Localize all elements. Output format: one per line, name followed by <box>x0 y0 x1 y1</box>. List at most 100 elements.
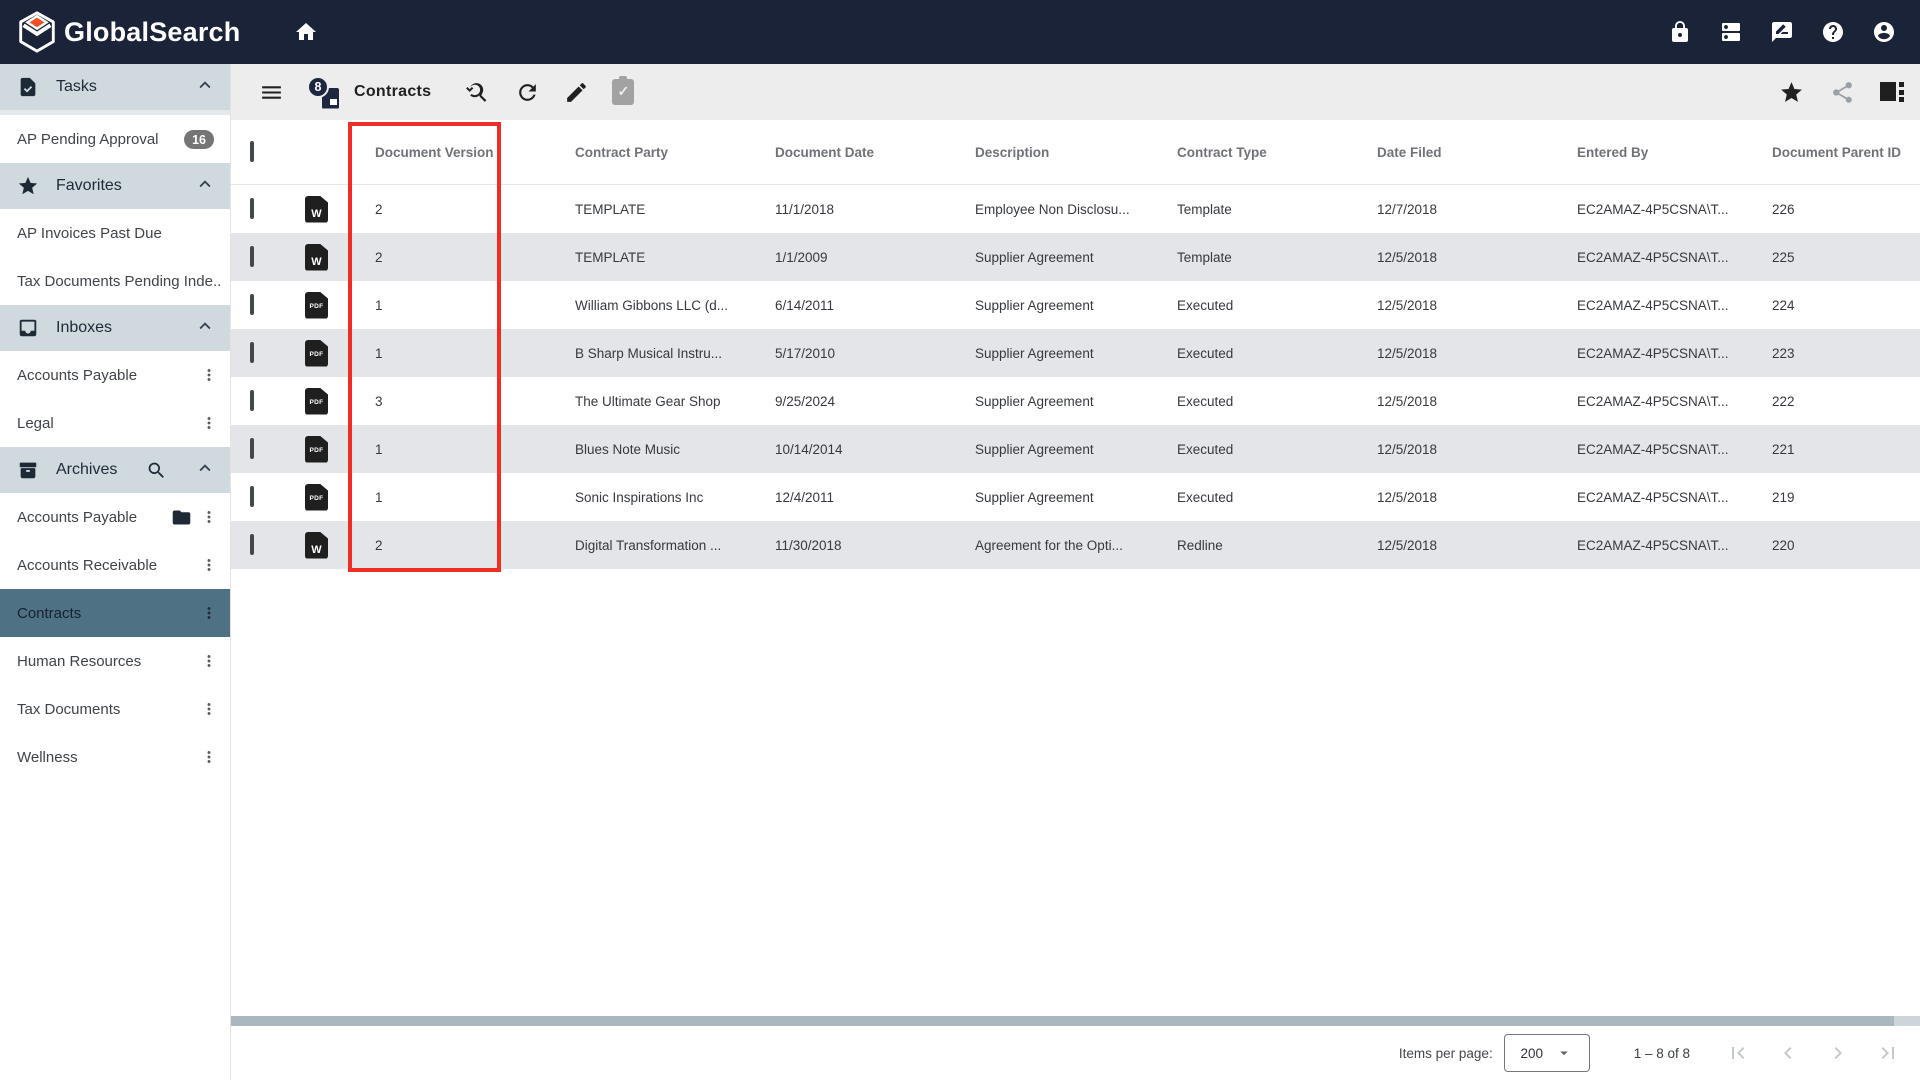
pdf-file-icon: PDF <box>305 291 328 319</box>
previous-page-button[interactable] <box>1776 1041 1800 1065</box>
help-icon <box>1823 22 1843 42</box>
sidebar-item-tax-documents[interactable]: Tax Documents <box>0 685 230 733</box>
table-row[interactable]: W 2 TEMPLATE 11/1/2018 Employee Non Disc… <box>231 185 1920 233</box>
column-header-contract-type[interactable]: Contract Type <box>1156 145 1356 160</box>
results-title: Contracts <box>354 83 432 100</box>
cell-description: Agreement for the Opti... <box>975 537 1123 553</box>
archive-search-icon[interactable] <box>146 460 167 481</box>
share-button[interactable] <box>1829 79 1855 105</box>
table-row[interactable]: W 2 Digital Transformation ... 11/30/201… <box>231 521 1920 569</box>
items-per-page-select[interactable]: 200 <box>1503 1034 1590 1072</box>
cell-document-parent-id: 223 <box>1772 345 1795 361</box>
cell-entered-by: EC2AMAZ-4P5CSNA\T... <box>1577 441 1729 457</box>
table-row[interactable]: PDF 3 The Ultimate Gear Shop 9/25/2024 S… <box>231 377 1920 425</box>
kebab-menu-icon[interactable] <box>198 748 220 766</box>
sidebar-item-contracts[interactable]: Contracts <box>0 589 230 637</box>
table-row[interactable]: PDF 1 William Gibbons LLC (d... 6/14/201… <box>231 281 1920 329</box>
cell-date-filed: 12/5/2018 <box>1377 441 1438 457</box>
tasks-progress-bar <box>0 110 230 115</box>
kebab-menu-icon[interactable] <box>198 700 220 718</box>
cell-description: Employee Non Disclosu... <box>975 201 1130 217</box>
last-page-button[interactable] <box>1876 1041 1900 1065</box>
cell-contract-party: TEMPLATE <box>575 249 646 265</box>
row-checkbox[interactable] <box>250 390 254 411</box>
refresh-icon <box>519 83 536 101</box>
row-checkbox[interactable] <box>250 294 254 315</box>
cell-contract-party: Blues Note Music <box>575 441 681 457</box>
sidebar-item-accounts-payable[interactable]: Accounts Payable <box>0 351 230 399</box>
chevron-up-icon[interactable] <box>194 315 216 342</box>
cell-document-parent-id: 225 <box>1772 249 1795 265</box>
edit-button[interactable] <box>563 79 589 105</box>
sidebar-section-inboxes[interactable]: Inboxes <box>0 305 230 351</box>
cell-date-filed: 12/5/2018 <box>1377 393 1438 409</box>
column-header-document-version[interactable]: Document Version <box>354 145 554 160</box>
sidebar-item-accounts-payable[interactable]: Accounts Payable <box>0 493 230 541</box>
cell-contract-party: Sonic Inspirations Inc <box>575 489 704 505</box>
sidebar-item-label: Contracts <box>17 604 82 622</box>
sidebar-item-human-resources[interactable]: Human Resources <box>0 637 230 685</box>
column-view-button[interactable] <box>1880 82 1905 102</box>
horizontal-scrollbar-track[interactable] <box>231 1016 1920 1026</box>
dns-list-icon <box>1722 23 1740 41</box>
help-button[interactable] <box>1821 20 1845 44</box>
kebab-menu-icon[interactable] <box>198 652 220 670</box>
kebab-menu-icon[interactable] <box>198 414 220 432</box>
account-button[interactable] <box>1872 20 1896 44</box>
refresh-button[interactable] <box>514 79 540 105</box>
last-page-icon <box>1881 1047 1894 1059</box>
favorite-button[interactable] <box>1778 79 1804 105</box>
select-all-checkbox[interactable] <box>250 141 254 162</box>
first-page-button[interactable] <box>1726 1041 1750 1065</box>
queues-button[interactable] <box>1719 20 1743 44</box>
column-header-document-parent-id[interactable]: Document Parent ID <box>1751 145 1920 160</box>
row-checkbox[interactable] <box>250 342 254 363</box>
sidebar-item-wellness[interactable]: Wellness <box>0 733 230 781</box>
sidebar-section-tasks[interactable]: Tasks <box>0 64 230 115</box>
sidebar-item-label: Accounts Payable <box>17 366 138 384</box>
sidebar-section-archives[interactable]: Archives <box>0 447 230 493</box>
kebab-menu-icon[interactable] <box>198 508 220 526</box>
sidebar-section-favorites[interactable]: Favorites <box>0 163 230 209</box>
column-header-contract-party[interactable]: Contract Party <box>554 145 754 160</box>
table-row[interactable]: W 2 TEMPLATE 1/1/2009 Supplier Agreement… <box>231 233 1920 281</box>
sidebar-item-ap-invoices-past-due[interactable]: AP Invoices Past Due <box>0 209 230 257</box>
row-checkbox[interactable] <box>250 246 254 267</box>
chevron-up-icon[interactable] <box>194 74 216 101</box>
horizontal-scrollbar-thumb[interactable] <box>231 1016 1894 1026</box>
table-row[interactable]: PDF 1 Blues Note Music 10/14/2014 Suppli… <box>231 425 1920 473</box>
next-page-button[interactable] <box>1826 1041 1850 1065</box>
row-checkbox[interactable] <box>250 534 254 555</box>
column-header-document-date[interactable]: Document Date <box>754 145 954 160</box>
column-header-date-filed[interactable]: Date Filed <box>1356 145 1556 160</box>
row-checkbox[interactable] <box>250 198 254 219</box>
lock-button[interactable] <box>1668 20 1692 44</box>
archives-icon <box>17 459 39 481</box>
feedback-button[interactable] <box>1770 20 1794 44</box>
chevron-up-icon[interactable] <box>194 457 216 484</box>
sidebar-item-ap-pending-approval[interactable]: AP Pending Approval 16 <box>0 115 230 163</box>
cell-description: Supplier Agreement <box>975 249 1094 265</box>
row-checkbox[interactable] <box>250 438 254 459</box>
row-checkbox[interactable] <box>250 486 254 507</box>
sidebar-item-tax-documents-pending-inde[interactable]: Tax Documents Pending Inde... <box>0 257 230 305</box>
cell-contract-party: B Sharp Musical Instru... <box>575 345 723 361</box>
kebab-menu-icon[interactable] <box>198 366 220 384</box>
cell-entered-by: EC2AMAZ-4P5CSNA\T... <box>1577 345 1729 361</box>
home-button[interactable] <box>294 20 318 44</box>
cell-description: Supplier Agreement <box>975 297 1094 313</box>
chevron-up-icon[interactable] <box>194 173 216 200</box>
column-header-description[interactable]: Description <box>954 145 1156 160</box>
menu-button[interactable] <box>258 79 284 105</box>
kebab-menu-icon[interactable] <box>198 556 220 574</box>
column-header-entered-by[interactable]: Entered By <box>1556 145 1751 160</box>
table-row[interactable]: PDF 1 B Sharp Musical Instru... 5/17/201… <box>231 329 1920 377</box>
sidebar-item-legal[interactable]: Legal <box>0 399 230 447</box>
word-file-icon: W <box>305 531 328 559</box>
refine-search-button[interactable] <box>464 79 490 105</box>
table-row[interactable]: PDF 1 Sonic Inspirations Inc 12/4/2011 S… <box>231 473 1920 521</box>
sidebar-item-accounts-receivable[interactable]: Accounts Receivable <box>0 541 230 589</box>
share-icon <box>1832 81 1852 103</box>
cell-document-date: 10/14/2014 <box>775 441 843 457</box>
kebab-menu-icon[interactable] <box>198 604 220 622</box>
